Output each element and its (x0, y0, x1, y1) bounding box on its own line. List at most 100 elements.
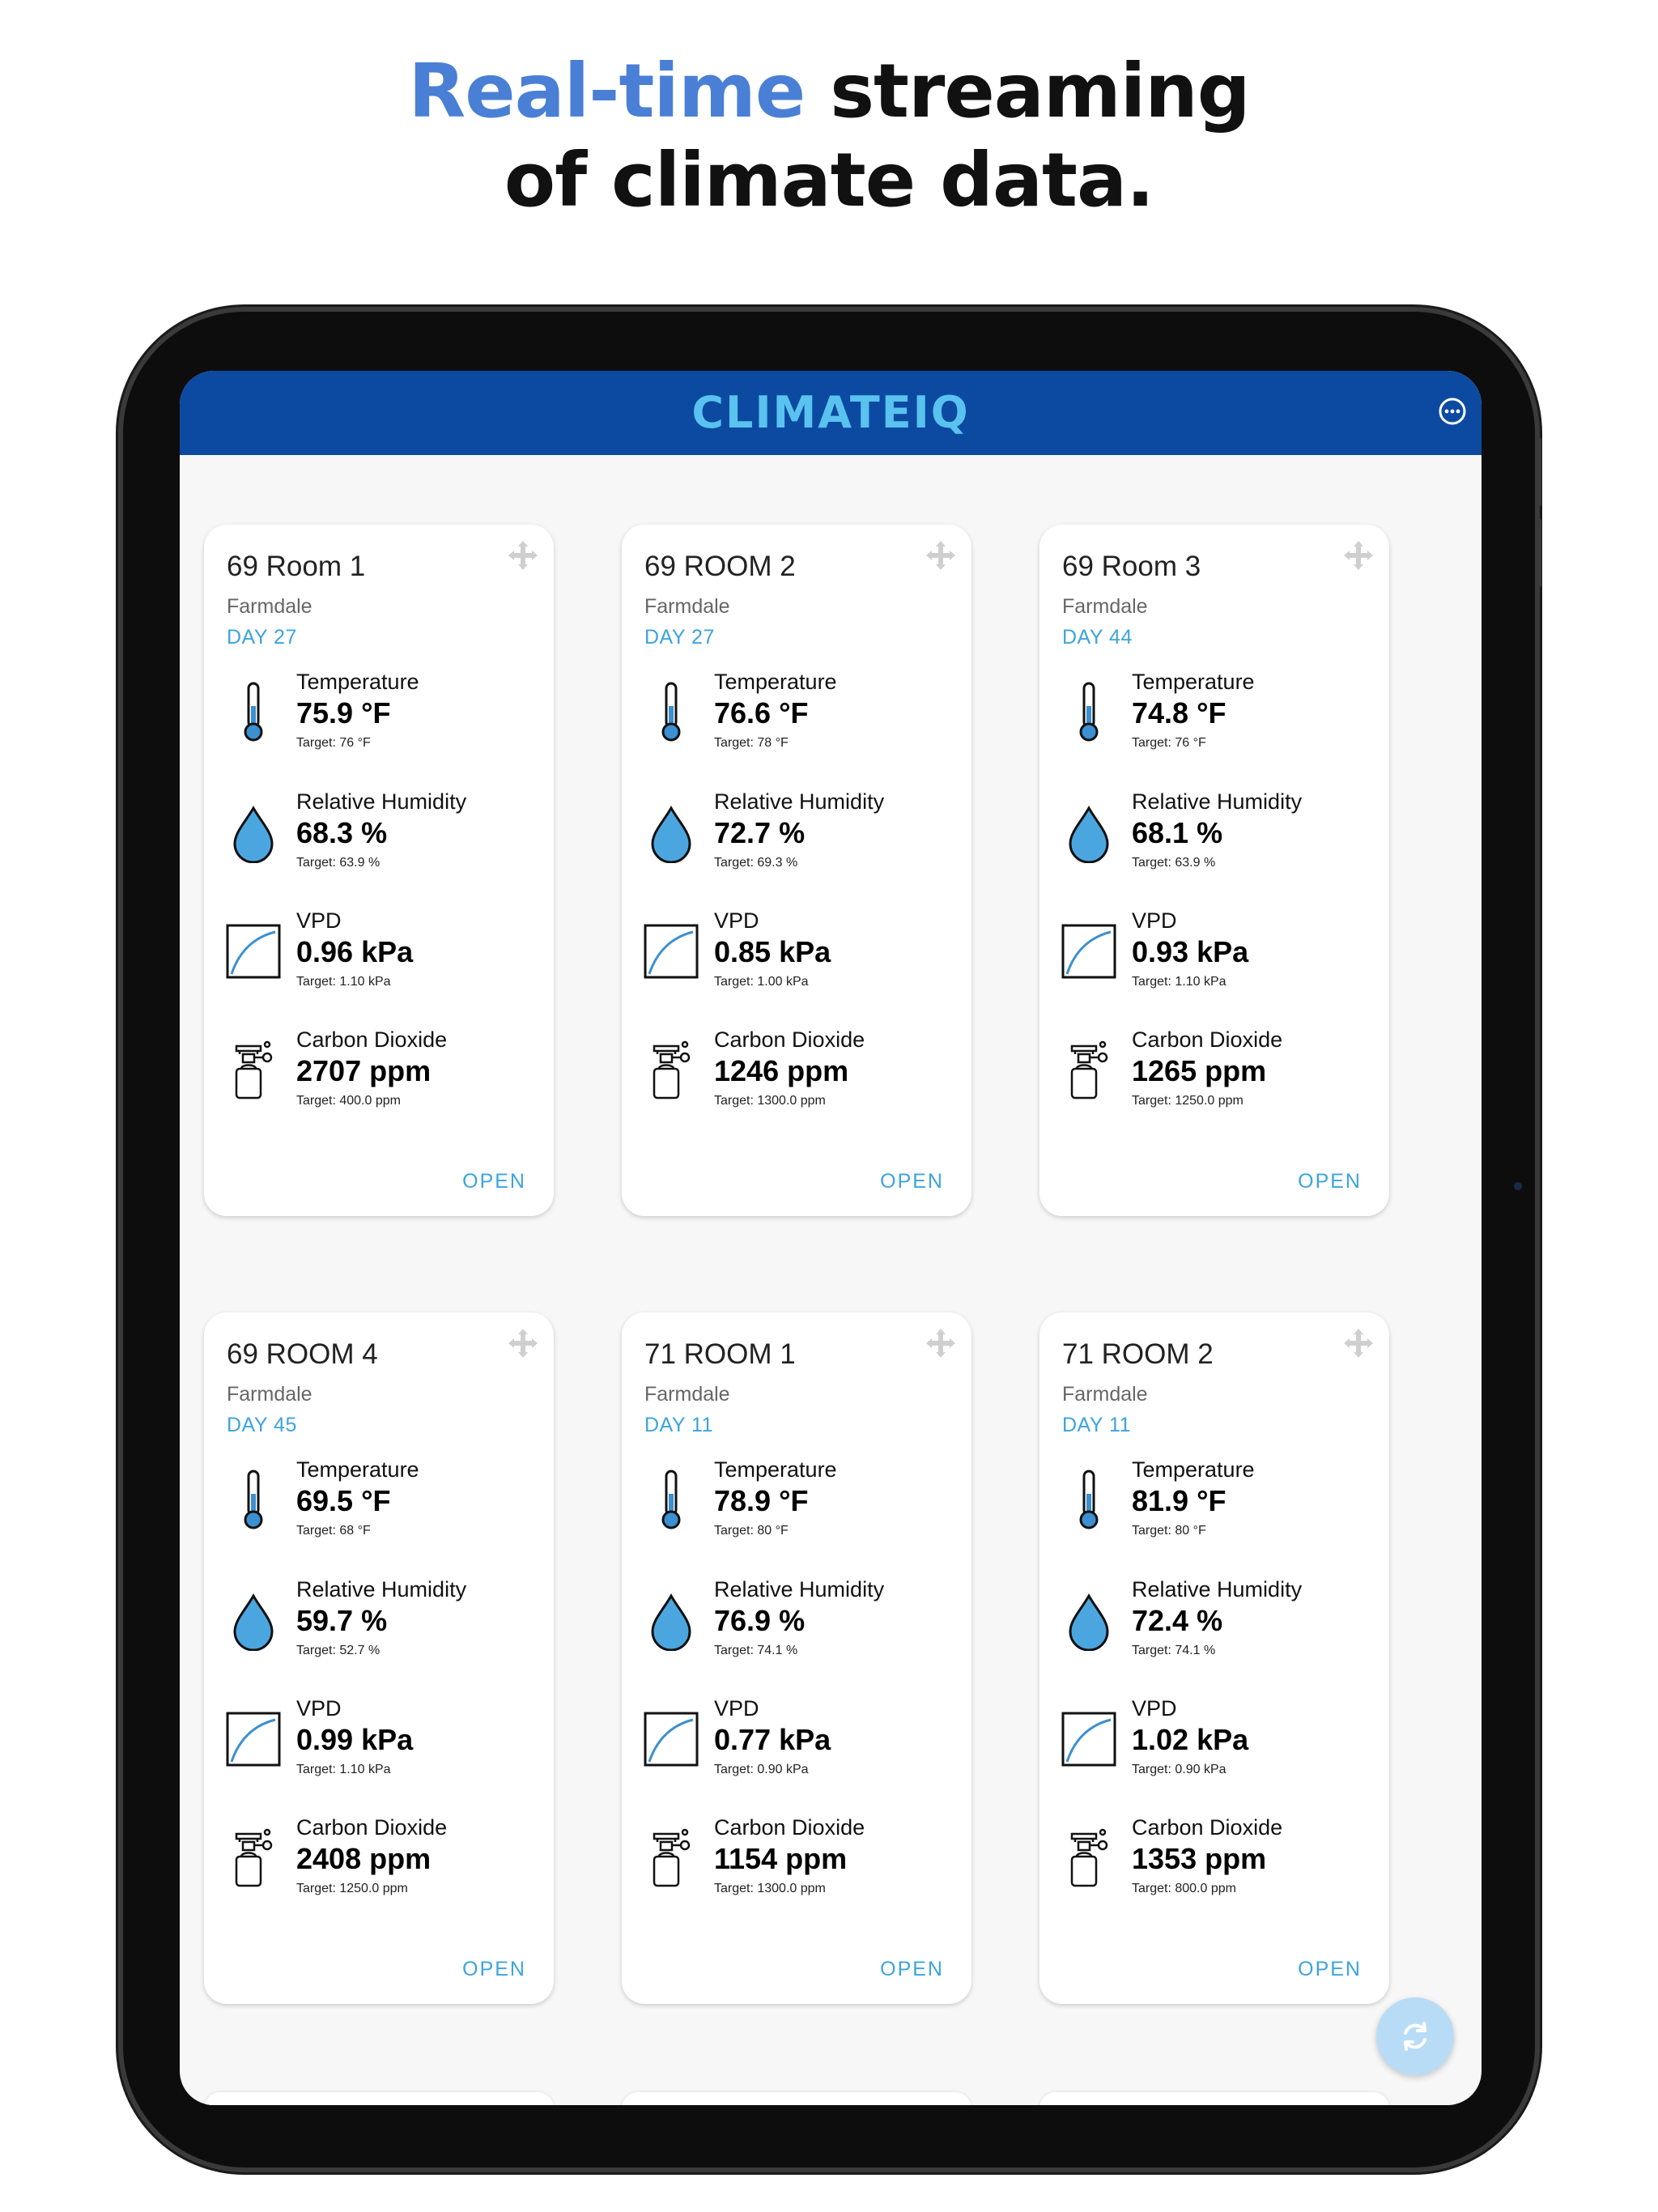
co2-tank-icon (1061, 1040, 1117, 1101)
room-day: DAY 27 (644, 626, 715, 649)
room-card[interactable]: 69 ROOM 4 Farmdale DAY 45 Temperature 69.5… (204, 1312, 554, 2004)
drag-move-icon[interactable] (507, 1327, 539, 1359)
metric-temp: Temperature 78.9 °F Target: 80 °F (622, 1457, 971, 1546)
room-card[interactable]: 69 ROOM 2 Farmdale DAY 27 Temperature 76.6… (622, 525, 971, 1216)
metric-value: 74.8 °F (1132, 696, 1226, 730)
water-drop-icon (1061, 802, 1117, 864)
room-title: 71 ROOM 2 (1062, 1338, 1214, 1370)
promo-headline: Real-time streaming of climate data. (0, 47, 1658, 225)
thermometer-icon (225, 682, 282, 743)
metric-value: 78.9 °F (714, 1484, 809, 1517)
metric-value: 75.9 °F (296, 696, 391, 730)
metric-value: 1246 ppm (714, 1054, 849, 1087)
metric-value: 76.6 °F (714, 696, 809, 730)
room-title: 69 ROOM 2 (644, 551, 796, 582)
headline-accent: Real-time (408, 48, 806, 134)
metric-target: Target: 69.3 % (714, 856, 798, 870)
metric-value: 2408 ppm (296, 1842, 432, 1875)
metric-label: Relative Humidity (714, 1577, 885, 1602)
metric-vpd: VPD 0.93 kPa Target: 1.10 kPa (1039, 908, 1389, 997)
metric-target: Target: 0.90 kPa (1132, 1763, 1226, 1776)
co2-tank-icon (1061, 1827, 1117, 1889)
open-button[interactable]: OPEN (880, 1957, 944, 1981)
open-button[interactable]: OPEN (880, 1169, 944, 1193)
drag-move-icon[interactable] (1342, 539, 1375, 572)
room-card[interactable]: 69 Room 3 Farmdale DAY 44 Temperature 74.8… (1039, 525, 1389, 1216)
metric-rh: Relative Humidity 72.4 % Target: 74.1 % (1039, 1576, 1389, 1665)
metric-value: 81.9 °F (1132, 1484, 1226, 1517)
metric-rh: Relative Humidity 59.7 % Target: 52.7 % (204, 1576, 554, 1665)
open-button[interactable]: OPEN (1298, 1169, 1362, 1193)
open-button[interactable]: OPEN (462, 1169, 526, 1193)
metric-co2: Carbon Dioxide 1353 ppm Target: 800.0 pp… (1039, 1814, 1389, 1904)
room-card[interactable]: 71 ROOM 1 Farmdale DAY 11 Temperature 78.9… (622, 1312, 971, 2004)
room-card[interactable]: 69 Room 1 Farmdale DAY 27 Temperature 75.9… (204, 525, 554, 1216)
metric-rh: Relative Humidity 72.7 % Target: 69.3 % (622, 789, 971, 878)
room-card-partial[interactable] (622, 2092, 971, 2105)
metric-target: Target: 1.00 kPa (714, 975, 809, 989)
vpd-curve-icon (225, 921, 282, 982)
metric-value: 1154 ppm (714, 1842, 848, 1875)
metric-rh: Relative Humidity 68.3 % Target: 63.9 % (204, 789, 554, 878)
metric-value: 59.7 % (296, 1604, 388, 1637)
room-card[interactable]: 71 ROOM 2 Farmdale DAY 11 Temperature 81.9… (1039, 1312, 1389, 2004)
vpd-curve-icon (643, 921, 699, 982)
vpd-curve-icon (1061, 1708, 1117, 1770)
metric-label: Relative Humidity (1132, 789, 1303, 814)
device-volume-down (1535, 518, 1541, 588)
metric-vpd: VPD 0.99 kPa Target: 1.10 kPa (204, 1695, 554, 1784)
metric-label: Relative Humidity (1132, 1577, 1303, 1602)
metric-label: Temperature (1132, 670, 1255, 694)
metric-target: Target: 76 °F (1132, 736, 1206, 750)
drag-move-icon[interactable] (1342, 1327, 1375, 1359)
open-button[interactable]: OPEN (1298, 1957, 1362, 1981)
room-card-partial[interactable] (204, 2092, 554, 2105)
metric-target: Target: 78 °F (714, 736, 789, 750)
room-location: Farmdale (644, 595, 730, 618)
metric-temp: Temperature 75.9 °F Target: 76 °F (204, 669, 554, 758)
thermometer-icon (1061, 1470, 1117, 1531)
drag-move-icon[interactable] (925, 539, 957, 572)
metric-target: Target: 63.9 % (1132, 856, 1216, 870)
metric-value: 68.3 % (296, 816, 388, 849)
room-day: DAY 11 (644, 1414, 713, 1436)
drag-move-icon[interactable] (507, 539, 539, 572)
metric-label: Temperature (714, 670, 837, 694)
metric-label: Carbon Dioxide (714, 1027, 865, 1052)
co2-tank-icon (225, 1827, 282, 1889)
metric-label: Carbon Dioxide (714, 1815, 865, 1840)
metric-target: Target: 800.0 ppm (1132, 1882, 1236, 1895)
metric-rh: Relative Humidity 68.1 % Target: 63.9 % (1039, 789, 1389, 878)
room-title: 69 Room 1 (227, 551, 366, 582)
metric-co2: Carbon Dioxide 2408 ppm Target: 1250.0 p… (204, 1814, 554, 1904)
metric-vpd: VPD 0.96 kPa Target: 1.10 kPa (204, 908, 554, 997)
open-button[interactable]: OPEN (462, 1957, 526, 1981)
vpd-curve-icon (643, 1708, 699, 1770)
metric-label: VPD (296, 1696, 342, 1721)
room-day: DAY 44 (1062, 626, 1133, 649)
headline-line1: streaming (805, 48, 1250, 134)
metric-target: Target: 74.1 % (714, 1644, 798, 1657)
metric-target: Target: 80 °F (1132, 1524, 1206, 1538)
room-location: Farmdale (644, 1383, 730, 1406)
refresh-button[interactable] (1376, 1997, 1454, 2075)
metric-value: 1353 ppm (1132, 1842, 1267, 1875)
metric-target: Target: 80 °F (714, 1524, 789, 1538)
water-drop-icon (1061, 1589, 1117, 1652)
drag-move-icon[interactable] (925, 1327, 957, 1359)
metric-target: Target: 74.1 % (1132, 1644, 1216, 1657)
thermometer-icon (1061, 682, 1117, 743)
room-card-partial[interactable] (1039, 2092, 1389, 2105)
more-horizontal-icon[interactable] (1436, 395, 1469, 428)
metric-label: Relative Humidity (296, 789, 467, 814)
room-title: 71 ROOM 1 (644, 1338, 796, 1370)
metric-target: Target: 0.90 kPa (714, 1763, 809, 1776)
metric-value: 0.93 kPa (1132, 935, 1249, 968)
metric-temp: Temperature 69.5 °F Target: 68 °F (204, 1457, 554, 1546)
metric-label: Temperature (296, 670, 419, 694)
metric-value: 69.5 °F (296, 1484, 391, 1517)
metric-co2: Carbon Dioxide 1154 ppm Target: 1300.0 p… (622, 1814, 971, 1904)
metric-value: 0.85 kPa (714, 935, 831, 968)
metric-value: 0.77 kPa (714, 1723, 831, 1756)
metric-target: Target: 400.0 ppm (296, 1094, 401, 1108)
